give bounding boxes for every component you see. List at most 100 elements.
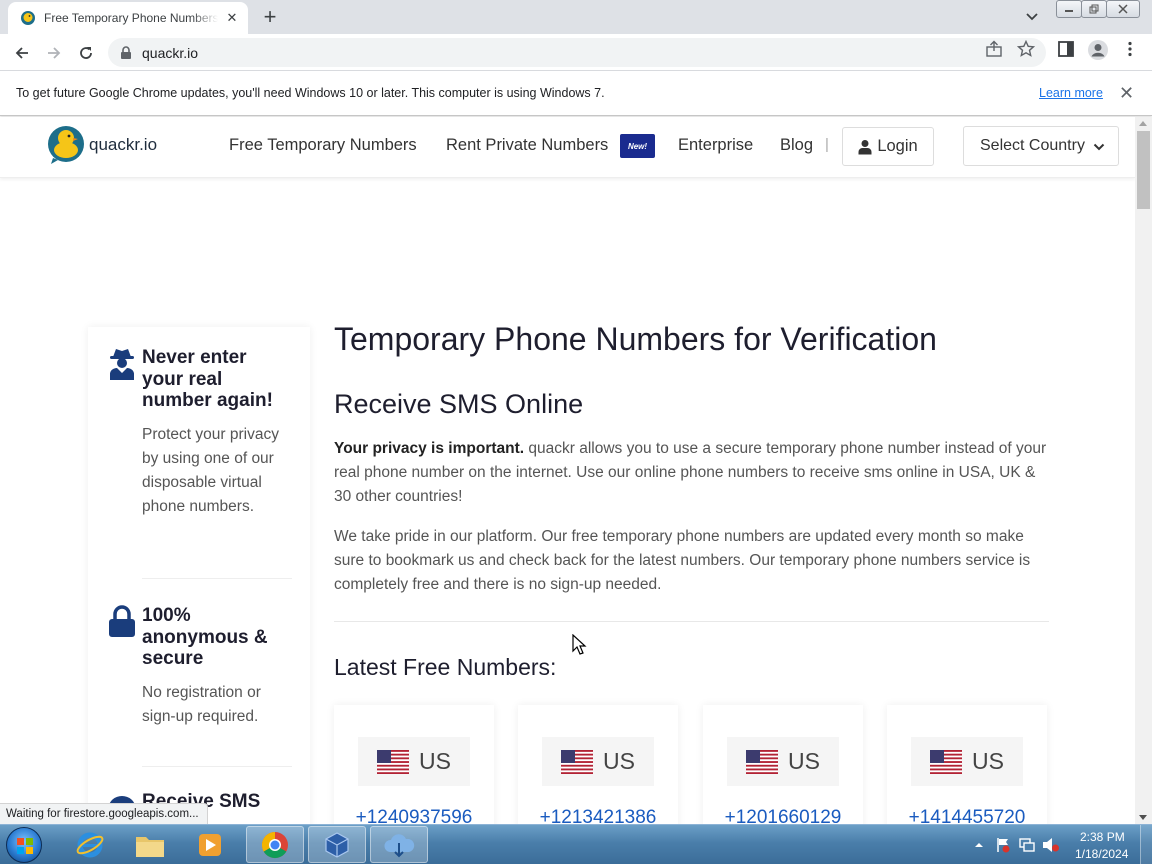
back-arrow-icon [15,47,28,59]
us-flag-icon [561,749,594,774]
show-desktop-button[interactable] [1140,825,1152,864]
scroll-down-arrow-icon[interactable] [1139,815,1147,820]
feature-divider [142,578,292,579]
learn-more-link[interactable]: Learn more [1039,86,1103,100]
country-code: US [419,748,451,774]
country-badge: US [727,737,839,786]
us-flag-icon [930,749,963,774]
network-icon[interactable] [1019,837,1035,853]
taskbar-chrome[interactable] [246,826,304,863]
user-icon [858,139,872,154]
show-hidden-icons-icon[interactable] [974,841,984,849]
taskbar-download[interactable] [370,826,428,863]
logo-text: quackr.io [89,135,158,154]
reload-button[interactable] [73,40,99,66]
kebab-menu-icon [1128,41,1132,57]
phone-number-link[interactable]: +1414455720 [887,807,1047,824]
phone-number-link[interactable]: +1213421386 [518,807,678,824]
star-icon [1016,39,1036,57]
browser-tab[interactable]: Free Temporary Phone Numbers ✕ [8,2,248,34]
scroll-thumb[interactable] [1137,131,1150,209]
taskbar-internet-explorer[interactable] [61,826,119,863]
mouse-cursor-icon [572,634,587,655]
duck-logo-icon [48,126,84,164]
country-badge: US [911,737,1023,786]
taskbar-virtualbox[interactable] [308,826,366,863]
select-country-label: Select Country [980,137,1085,154]
profile-button[interactable] [1087,39,1109,66]
number-card[interactable]: US +1240937596 [334,705,494,824]
features-sidebar: Never enter your real number again! Prot… [88,327,310,824]
virtualbox-icon [325,831,349,858]
close-icon [1118,4,1128,14]
chrome-icon [261,831,288,858]
feature-title: 100% anonymous & secure [142,605,268,669]
nav-free-numbers[interactable]: Free Temporary Numbers [229,136,417,155]
phone-number-link[interactable]: +1201660129 [703,807,863,824]
pride-paragraph: We take pride in our platform. Our free … [334,528,1031,593]
infobar-close-icon[interactable]: ✕ [1119,83,1134,104]
country-badge: US [542,737,654,786]
side-panel-icon [1058,41,1074,57]
minimize-window-button[interactable] [1056,0,1082,18]
taskbar-file-explorer[interactable] [121,826,179,863]
bookmark-star-button[interactable] [1016,39,1036,63]
nav-rent-numbers[interactable]: Rent Private Numbers [446,136,608,155]
side-panel-button[interactable] [1057,40,1075,63]
windows-taskbar: 2:38 PM 1/18/2024 [0,824,1152,864]
forward-arrow-icon [48,47,61,59]
select-country-dropdown[interactable]: Select Country [963,126,1119,166]
action-center-flag-icon[interactable] [995,837,1011,853]
media-player-icon [199,833,221,856]
feature-description: Protect your privacy by using one of our… [142,426,279,515]
number-card[interactable]: US +1213421386 [518,705,678,824]
login-button[interactable]: Login [842,127,934,166]
share-button[interactable] [985,40,1003,63]
volume-muted-icon[interactable] [1042,837,1060,853]
tab-strip: Free Temporary Phone Numbers ✕ + [0,0,1152,34]
internet-explorer-icon [76,832,104,857]
close-window-button[interactable] [1106,0,1140,18]
tab-close-icon[interactable]: ✕ [224,10,240,26]
feature-title: Never enter your real number again! [142,347,273,411]
intro-paragraph: Your privacy is important. quackr allows… [334,437,1049,509]
profile-avatar-icon [1088,40,1108,60]
clock-date[interactable]: 1/18/2024 [1075,847,1128,861]
clock-time[interactable]: 2:38 PM [1080,830,1125,844]
quackr-favicon-icon [21,11,35,25]
taskbar-media-player[interactable] [181,826,239,863]
section-divider [334,621,1049,622]
nav-separator: | [825,136,829,153]
us-flag-icon [377,749,410,774]
scroll-up-arrow-icon[interactable] [1139,121,1147,126]
number-card[interactable]: US +1201660129 [703,705,863,824]
minimize-icon [1065,10,1073,12]
new-tab-button[interactable]: + [258,6,282,30]
start-button[interactable] [6,827,42,863]
chrome-menu-button[interactable] [1122,40,1138,63]
nav-blog[interactable]: Blog [780,136,813,155]
infobar-message: To get future Google Chrome updates, you… [16,86,605,100]
cloud-download-icon [384,833,415,857]
chevron-down-icon [1093,143,1105,151]
tab-search-chevron-icon[interactable] [1022,8,1042,26]
back-button[interactable] [9,40,35,66]
nav-enterprise[interactable]: Enterprise [678,136,753,155]
number-card[interactable]: US +1414455720 [887,705,1047,824]
phone-number-link[interactable]: +1240937596 [334,807,494,824]
forward-button[interactable] [41,40,67,66]
country-code: US [788,748,820,774]
restore-window-button[interactable] [1081,0,1107,18]
country-code: US [603,748,635,774]
loading-status: Waiting for firestore.googleapis.com... [0,803,208,824]
page-scrollbar[interactable] [1135,117,1152,824]
site-logo[interactable]: quackr.io [47,125,157,165]
restore-icon [1089,4,1099,14]
intro-bold: Your privacy is important. [334,440,525,457]
lock-icon [121,45,131,59]
page-subtitle: Receive SMS Online [334,389,584,419]
browser-toolbar: quackr.io [0,34,1152,71]
address-bar[interactable]: quackr.io [108,38,1046,67]
share-icon [986,40,1002,57]
page-viewport: quackr.io Free Temporary Numbers Rent Pr… [0,117,1135,824]
